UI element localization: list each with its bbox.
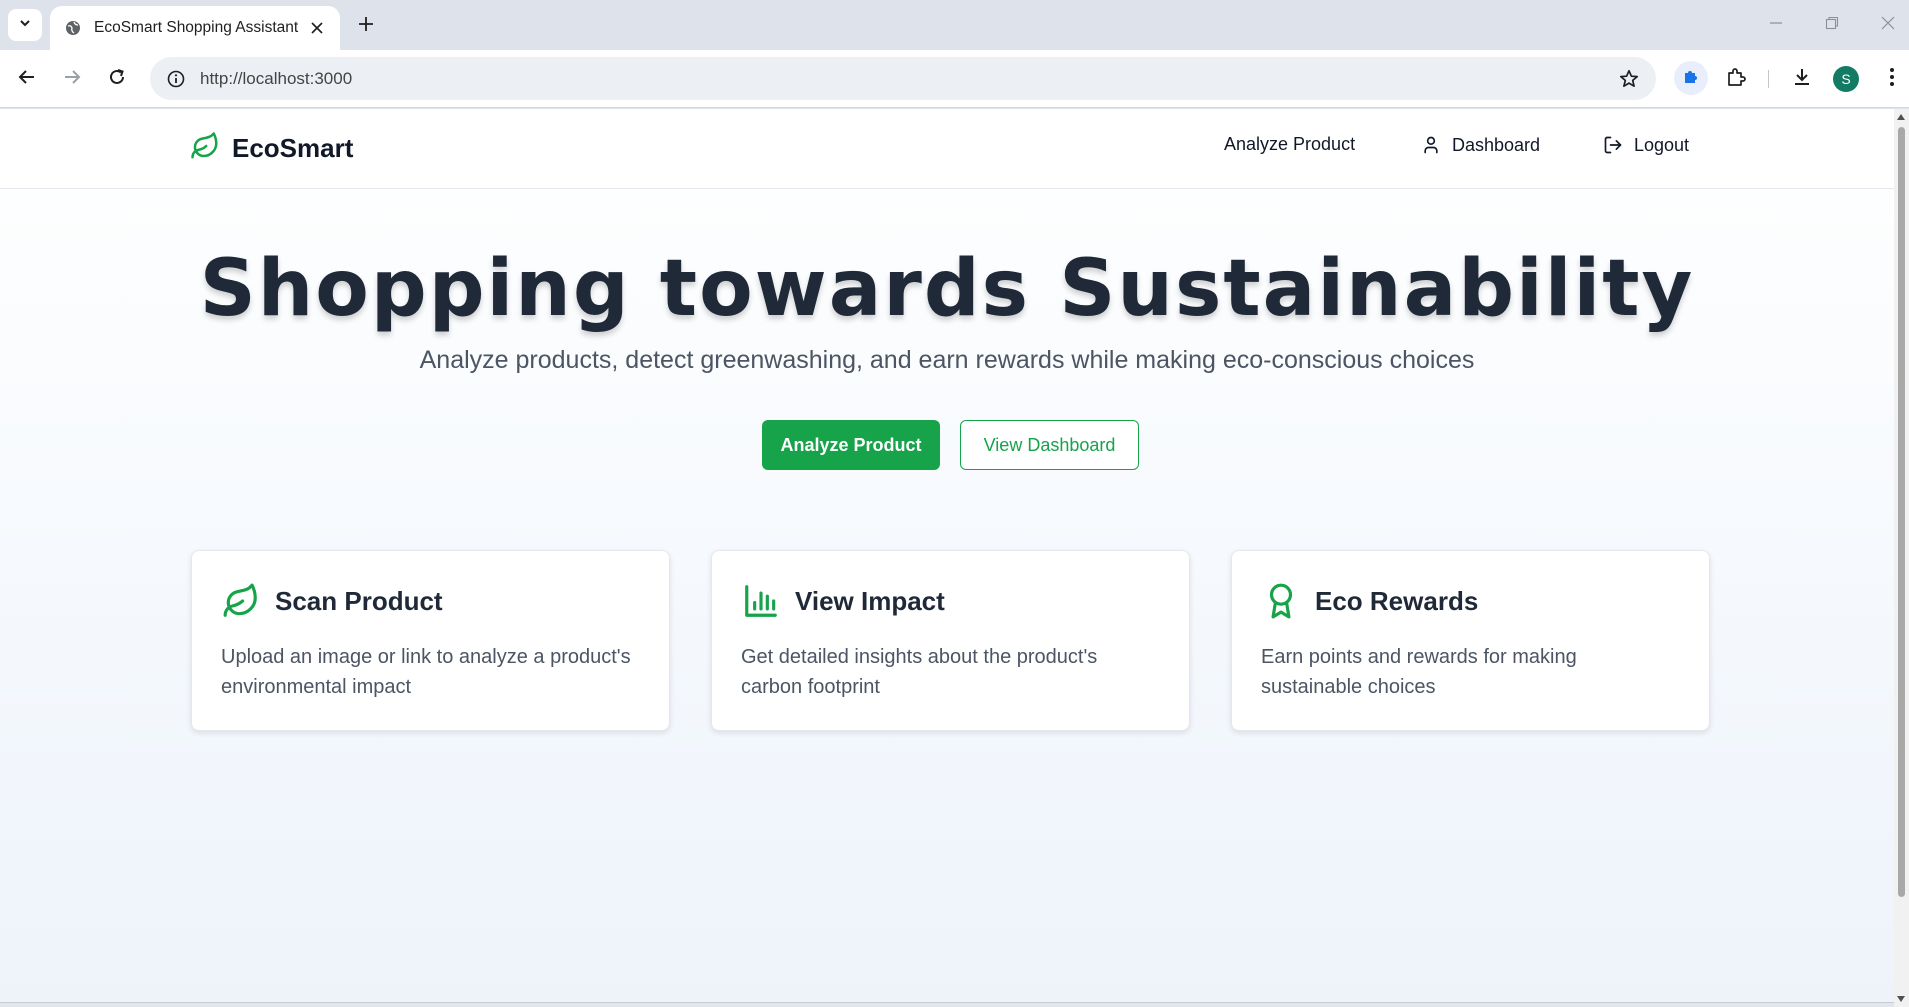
leaf-icon xyxy=(221,581,261,621)
nav-link-label: Dashboard xyxy=(1452,134,1541,155)
minimize-button[interactable] xyxy=(1762,12,1790,38)
puzzle-icon xyxy=(1682,67,1700,90)
reload-icon xyxy=(108,68,126,91)
card-title: Eco Rewards xyxy=(1315,585,1479,616)
extensions-icon xyxy=(1725,66,1747,93)
scrollbar-thumb[interactable] xyxy=(1898,127,1905,897)
tab-title: EcoSmart Shopping Assistant xyxy=(94,19,299,36)
logout-icon xyxy=(1602,134,1624,156)
card-description: Earn points and rewards for making susta… xyxy=(1261,646,1577,698)
card-description: Upload an image or link to analyze a pro… xyxy=(221,646,631,698)
close-tab-icon[interactable] xyxy=(306,17,328,39)
nav-logout[interactable]: Logout xyxy=(1602,134,1689,156)
plus-icon xyxy=(358,16,374,37)
card-title: Scan Product xyxy=(275,585,443,616)
card-description: Get detailed insights about the product'… xyxy=(741,646,1098,698)
chevron-down-icon xyxy=(18,16,32,35)
analyze-product-button[interactable]: Analyze Product xyxy=(762,420,940,470)
close-window-button[interactable] xyxy=(1874,12,1902,38)
nav-link-label: Analyze Product xyxy=(1224,134,1356,154)
restore-button[interactable] xyxy=(1818,12,1846,38)
view-dashboard-button[interactable]: View Dashboard xyxy=(960,420,1139,470)
nav-dashboard[interactable]: Dashboard xyxy=(1420,134,1540,156)
downloads-button[interactable] xyxy=(1785,62,1819,96)
hero-subtitle: Analyze products, detect greenwashing, a… xyxy=(419,346,1475,374)
arrow-left-icon xyxy=(18,68,36,91)
award-icon xyxy=(1261,581,1301,621)
address-bar[interactable]: http://localhost:3000 xyxy=(150,57,1656,100)
arrow-right-icon xyxy=(63,68,81,91)
brand-name: EcoSmart xyxy=(232,133,354,163)
app-navbar: EcoSmart Analyze Product Dashboard Logou… xyxy=(0,109,1894,189)
nav-link-label: Logout xyxy=(1634,134,1690,155)
back-button[interactable] xyxy=(10,62,44,96)
extensions-button[interactable] xyxy=(1719,62,1753,96)
profile-avatar[interactable]: S xyxy=(1833,66,1859,92)
more-vertical-icon xyxy=(1889,67,1895,92)
feature-card-scan-product[interactable]: Scan Product Upload an image or link to … xyxy=(191,550,670,731)
scroll-up-arrow[interactable] xyxy=(1897,114,1905,120)
reload-button[interactable] xyxy=(100,62,134,96)
bar-chart-icon xyxy=(741,581,781,621)
new-tab-button[interactable] xyxy=(352,12,380,40)
scroll-down-arrow[interactable] xyxy=(1897,996,1905,1002)
browser-tabstrip: EcoSmart Shopping Assistant xyxy=(0,0,1909,50)
download-icon xyxy=(1792,67,1812,92)
info-icon[interactable] xyxy=(164,67,188,91)
user-icon xyxy=(1420,134,1442,156)
globe-icon xyxy=(64,19,82,37)
leaf-icon xyxy=(190,131,220,166)
browser-tab-active[interactable]: EcoSmart Shopping Assistant xyxy=(50,6,340,50)
page-viewport: EcoSmart Analyze Product Dashboard Logou… xyxy=(0,109,1909,1007)
card-title: View Impact xyxy=(795,585,945,616)
tab-search-button[interactable] xyxy=(8,9,42,41)
browser-menu-button[interactable] xyxy=(1875,62,1909,96)
restore-icon xyxy=(1825,16,1839,35)
page-bottom-edge xyxy=(0,1002,1894,1007)
nav-analyze-product[interactable]: Analyze Product xyxy=(1224,134,1355,155)
browser-toolbar: http://localhost:3000 S xyxy=(0,50,1909,108)
toolbar-separator xyxy=(1768,70,1769,88)
hero-title: Shopping towards Sustainability xyxy=(199,244,1695,334)
close-icon xyxy=(1881,16,1895,35)
brand-logo[interactable]: EcoSmart xyxy=(190,131,353,166)
forward-button[interactable] xyxy=(55,62,89,96)
feature-card-view-impact[interactable]: View Impact Get detailed insights about … xyxy=(711,550,1190,731)
extension-puzzle-button[interactable] xyxy=(1674,61,1708,95)
star-icon[interactable] xyxy=(1616,66,1642,92)
minimize-icon xyxy=(1769,16,1783,35)
url-text[interactable]: http://localhost:3000 xyxy=(200,69,352,89)
page-scrollbar[interactable] xyxy=(1894,109,1909,1007)
feature-card-eco-rewards[interactable]: Eco Rewards Earn points and rewards for … xyxy=(1231,550,1710,731)
